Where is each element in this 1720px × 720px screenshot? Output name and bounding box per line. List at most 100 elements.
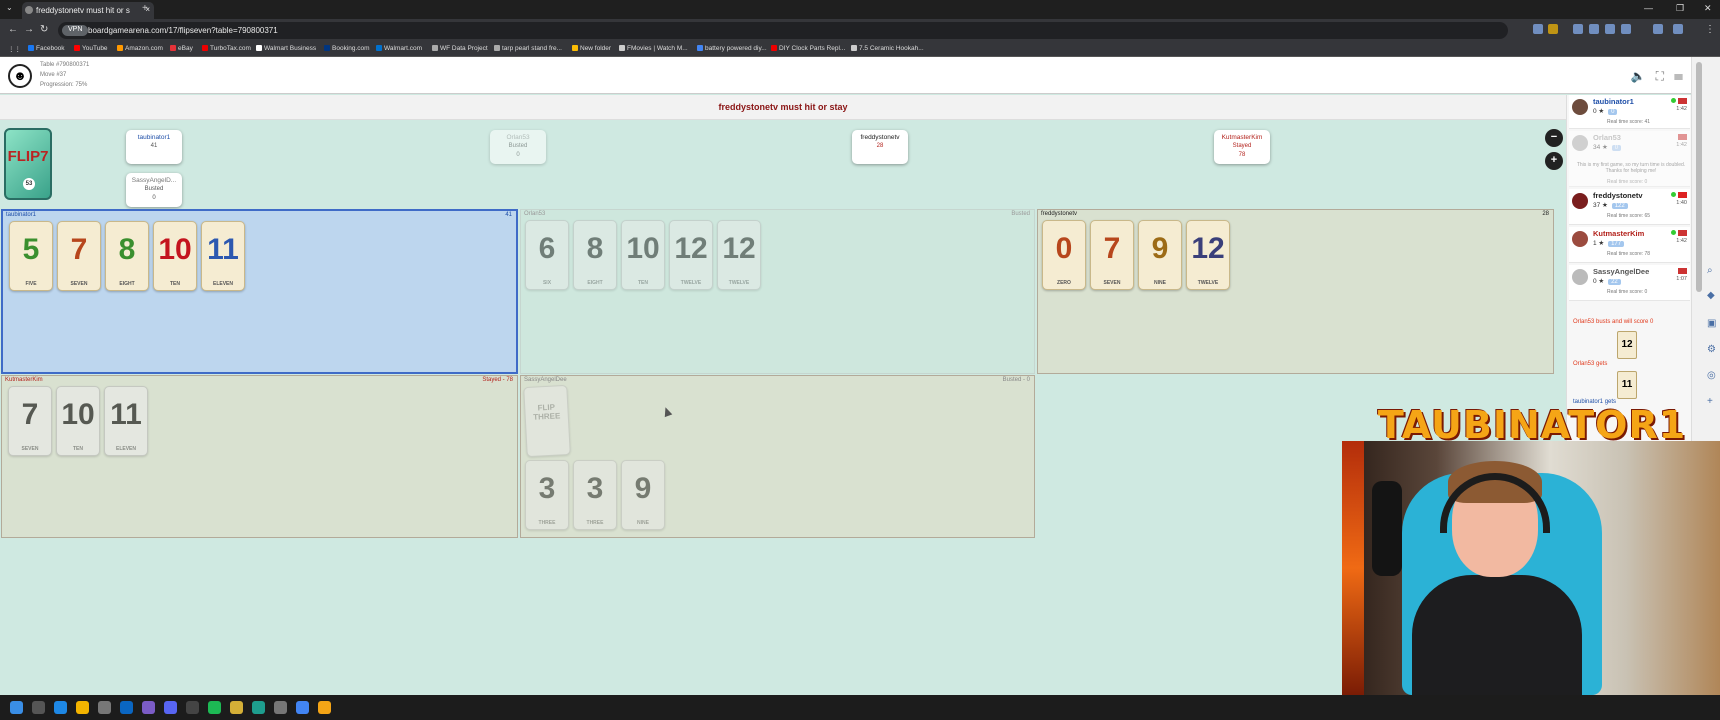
bookmark-item[interactable]: TurboTax.com [202,45,251,52]
shopping-icon[interactable]: ▣ [1707,318,1716,329]
action-card-flip-three: FLIP THREE [523,384,571,458]
avatar [1572,231,1588,247]
player-box-freddystonetv[interactable]: freddystonetv 37 ★ 122 1:40 Real time sc… [1569,189,1690,225]
extension-icon[interactable] [1573,24,1583,34]
player-box-taubinator1[interactable]: taubinator1 0 ★ 0 1:42 Real time score: … [1569,95,1690,129]
bookmark-item[interactable]: 7.5 Ceramic Hookah... [851,45,924,52]
extension-icon[interactable] [1589,24,1599,34]
store-icon[interactable] [98,701,111,714]
player-area-freddystonetv: freddystonetv 28 0 ZERO 7 SEVEN 9 NINE 12 TW… [1037,209,1554,374]
bookmark-item[interactable]: Facebook [28,45,65,52]
extension-icon[interactable] [1605,24,1615,34]
mail-icon[interactable] [120,701,133,714]
sound-icon[interactable]: 🔈 [1631,69,1646,83]
microphone [1372,481,1402,576]
player-box-orlan53[interactable]: Orlan53 34 ★ 0 1:42 This is my first gam… [1569,131,1690,187]
bga-logo-icon[interactable]: ☻ [8,64,32,88]
number-card: 5 FIVE [9,221,53,291]
deck-count: 53 [23,178,35,190]
bookmark-item[interactable]: Amazon.com [117,45,163,52]
player-tag-kutmasterkim: KutmasterKim Stayed 78 [1214,130,1270,164]
search-icon[interactable]: ⌕ [1707,265,1713,276]
log-entry: Orlan53 gets [1573,361,1608,367]
new-tab-button[interactable]: + [142,3,148,14]
hamburger-menu-icon[interactable]: ☰ [1674,69,1683,83]
player-score: 37 ★ 122 [1593,201,1628,209]
windows-taskbar [0,695,1720,720]
profile-icon[interactable] [1653,24,1663,34]
online-dot-icon [1671,98,1676,103]
back-icon[interactable]: ← [8,24,18,35]
bookmark-item[interactable]: YouTube [74,45,108,52]
close-window-icon[interactable]: ✕ [1704,3,1712,14]
bookmark-item[interactable]: battery powered diy... [697,45,767,52]
obs-icon[interactable] [186,701,199,714]
number-card: 7 SEVEN [57,221,101,291]
number-card: 9 NINE [621,460,665,530]
install-icon[interactable] [1533,24,1543,34]
bookmark-star-icon[interactable] [1548,24,1558,34]
player-score: 34 ★ 0 [1593,143,1622,151]
bookmark-item[interactable]: New folder [572,45,611,52]
games-icon[interactable]: ◎ [1707,370,1716,381]
forward-icon[interactable]: → [24,24,34,35]
log-entry: Orlan53 busts and will score 0 [1573,319,1654,325]
app-icon[interactable] [274,701,287,714]
player-area-taubinator1: taubinator1 41 5 FIVE 7 SEVEN 8 EIGHT 10 TEN… [1,209,518,374]
address-bar[interactable]: VPN boardgamearena.com/17/flipseven?tabl… [58,22,1508,39]
zoom-in-icon[interactable]: + [1545,152,1563,170]
player-box-sassyangeldee[interactable]: SassyAngelDee 0 ★ 22 1:07 Real time scor… [1569,265,1690,301]
minimize-icon[interactable]: — [1644,3,1653,13]
chrome-icon[interactable] [296,701,309,714]
bookmark-item[interactable]: DIY Clock Parts Repl... [771,45,845,52]
fullscreen-icon[interactable]: ⛶ [1656,69,1664,83]
avatar [1572,269,1588,285]
number-card: 9 NINE [1138,220,1182,290]
app-icon[interactable] [252,701,265,714]
tab-title: freddystonetv must hit or s [36,6,130,15]
player-box-kutmasterkim[interactable]: KutmasterKim 1 ★ 177 1:42 Real time scor… [1569,227,1690,263]
number-card: 10 TEN [56,386,100,456]
bookmark-item[interactable]: eBay [170,45,193,52]
bookmark-item[interactable]: tarp pearl stand fre... [494,45,562,52]
copilot-icon[interactable]: ◆ [1707,290,1715,301]
zoom-out-icon[interactable]: − [1545,129,1563,147]
teams-icon[interactable] [142,701,155,714]
number-card: 11 ELEVEN [201,221,245,291]
tools-icon[interactable]: ⚙ [1707,344,1716,355]
spotify-icon[interactable] [208,701,221,714]
bookmarks-bar: ⋮⋮ Facebook YouTube Amazon.com eBay Turb… [0,42,1720,57]
bookmark-item[interactable]: Walmart Business [256,45,316,52]
webcam-overlay: TAUBINATOR1 [1342,403,1720,695]
player-tag-freddystonetv: freddystonetv 28 [852,130,908,164]
number-card: 3 THREE [525,460,569,530]
start-icon[interactable] [10,701,23,714]
tab-search-icon[interactable]: ⌄ [6,3,13,12]
browser-menu-icon[interactable]: ⋮ [1705,24,1715,35]
scrollbar-thumb[interactable] [1696,62,1702,292]
table-info: Table #790800371 Move #37 Progression: 7… [40,62,90,88]
extensions-puzzle-icon[interactable] [1673,24,1683,34]
app-icon[interactable] [230,701,243,714]
chrome-profile-icon[interactable] [318,701,331,714]
vpn-badge[interactable]: VPN [62,25,89,36]
bga-header: ☻ Table #790800371 Move #37 Progression:… [0,57,1691,94]
browser-tab[interactable]: freddystonetv must hit or s × [22,2,154,19]
apps-icon[interactable]: ⋮⋮ [8,45,21,53]
bookmark-item[interactable]: Booking.com [324,45,370,52]
avatar [1572,135,1588,151]
search-icon[interactable] [32,701,45,714]
player-score: 0 ★ 0 [1593,107,1618,115]
maximize-icon[interactable]: ❐ [1676,3,1684,14]
reload-icon[interactable]: ↻ [40,24,48,35]
number-card: 12 TWELVE [717,220,761,290]
bookmark-item[interactable]: FMovies | Watch M... [619,45,688,52]
bookmark-item[interactable]: WF Data Project [432,45,488,52]
number-card: 10 TEN [153,221,197,291]
bookmark-item[interactable]: Walmart.com [376,45,422,52]
edge-icon[interactable] [54,701,67,714]
file-explorer-icon[interactable] [76,701,89,714]
extension-icon[interactable] [1621,24,1631,34]
discord-icon[interactable] [164,701,177,714]
deck-logo: FLIP7 [7,148,49,165]
